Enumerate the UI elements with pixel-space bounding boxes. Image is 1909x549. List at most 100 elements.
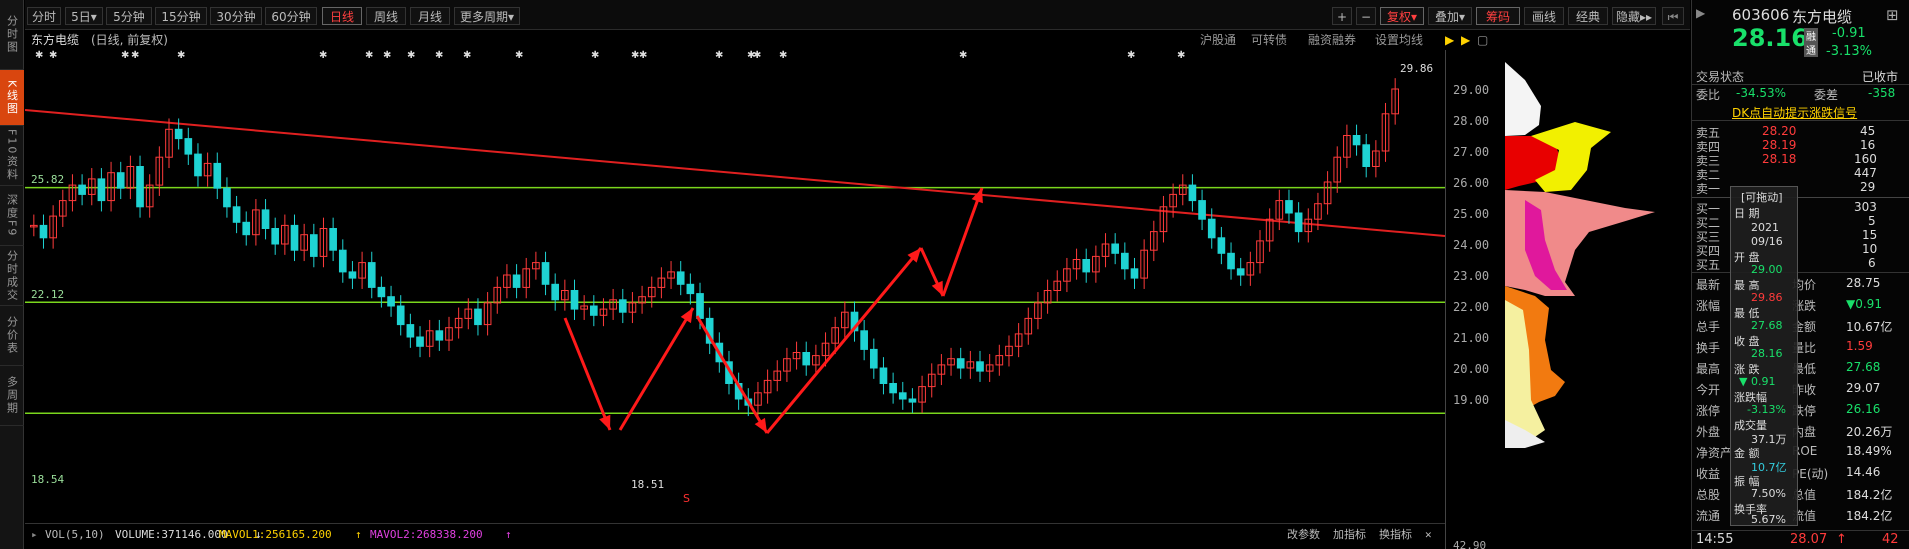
candle	[696, 293, 704, 319]
tab-intraday[interactable]: 分时图	[0, 0, 24, 70]
collapse-vol-icon[interactable]: ▸	[31, 524, 38, 546]
low-price-label: 18.51	[631, 478, 664, 491]
candle	[1285, 200, 1293, 214]
period-5day-button[interactable]: 5日▾	[65, 7, 103, 25]
candle	[1188, 184, 1197, 202]
arrow-play-icon[interactable]: ▶	[1445, 30, 1454, 50]
edit-params-button[interactable]: 改参数	[1287, 524, 1320, 546]
tab-multi-period[interactable]: 多周期	[0, 366, 24, 426]
candle-info-popup[interactable]: [可拖动] 日 期 2021 09/16 开 盘 29.00 最 高 29.86…	[1730, 186, 1798, 526]
candle	[589, 305, 598, 316]
event-marker[interactable]: ✱	[639, 50, 647, 61]
popup-date: 09/16	[1751, 235, 1783, 248]
classic-button[interactable]: 经典	[1568, 7, 1608, 25]
event-marker[interactable]: ✱	[407, 50, 415, 61]
stat-label: 流通	[1696, 509, 1721, 523]
period-daily-button[interactable]: 日线	[322, 7, 362, 25]
event-marker[interactable]: ✱	[515, 50, 523, 61]
event-marker[interactable]: ✱	[365, 50, 373, 61]
weicha-value: -358	[1868, 86, 1896, 100]
candle	[396, 305, 405, 326]
event-marker[interactable]: ✱	[715, 50, 723, 61]
event-marker[interactable]: ✱	[35, 50, 43, 61]
tab-depth[interactable]: 深度F9	[0, 186, 24, 246]
candle	[223, 187, 231, 208]
convertible-bond-link[interactable]: 可转债	[1251, 30, 1287, 50]
hk-connect-link[interactable]: 沪股通	[1200, 30, 1236, 50]
period-intraday-button[interactable]: 分时	[27, 7, 61, 25]
lock-icon[interactable]: ▢	[1477, 30, 1488, 50]
set-ma-link[interactable]: 设置均线	[1375, 30, 1423, 50]
period-15min-button[interactable]: 15分钟	[155, 7, 207, 25]
close-icon[interactable]: ✕	[1425, 524, 1432, 546]
stat-value: 28.75	[1846, 276, 1881, 290]
price-change: -0.91	[1832, 26, 1866, 41]
candle	[686, 283, 695, 295]
period-5min-button[interactable]: 5分钟	[106, 7, 152, 25]
tick-vol: 42	[1882, 532, 1899, 547]
collapse-icon[interactable]: ⏮	[1662, 7, 1684, 25]
event-marker[interactable]: ✱	[1177, 50, 1185, 61]
kline-chart[interactable]: ✱ ✱ ✱ ✱ ✱ ✱ ✱ ✱ ✱ ✱ ✱ ✱ ✱ ✱ ✱ ✱ ✱✱ ✱ ✱ ✱ ✱ 29.86 18.51 S 25.…	[25, 50, 1690, 520]
hline-label-low: 18.54	[31, 473, 64, 486]
candle	[908, 398, 917, 403]
event-marker[interactable]: ✱	[779, 50, 787, 61]
tab-f10[interactable]: F10资料	[0, 126, 24, 186]
chips-button[interactable]: 筹码	[1476, 7, 1520, 25]
more-periods-button[interactable]: 更多周期▾	[454, 7, 520, 25]
event-marker[interactable]: ✱	[121, 50, 129, 61]
event-marker[interactable]: ✱	[959, 50, 967, 61]
candle	[676, 271, 685, 285]
tab-tick-trades[interactable]: 分时成交	[0, 246, 24, 306]
candle	[174, 128, 183, 140]
trade-status-value: 已收市	[1862, 70, 1899, 84]
hide-button[interactable]: 隐藏▸▸	[1612, 7, 1656, 25]
sell4-vol: 16	[1860, 138, 1876, 152]
weicha-label: 委差	[1814, 88, 1839, 102]
event-marker[interactable]: ✱	[463, 50, 471, 61]
mavol2-value: MAVOL2:268338.200	[370, 528, 483, 541]
margin-trading-link[interactable]: 融资融券	[1308, 30, 1356, 50]
popup-title[interactable]: [可拖动]	[1741, 189, 1783, 205]
sell5-vol: 45	[1860, 124, 1876, 138]
tab-price-table[interactable]: 分价表	[0, 306, 24, 366]
event-marker[interactable]: ✱	[319, 50, 327, 61]
event-marker[interactable]: ✱	[753, 50, 761, 61]
zoom-out-button[interactable]: −	[1356, 7, 1376, 25]
event-marker[interactable]: ✱	[591, 50, 599, 61]
candle	[1352, 135, 1361, 146]
event-marker[interactable]: ✱	[49, 50, 57, 61]
stat-label: 今开	[1696, 383, 1721, 397]
expand-icon[interactable]: ▶	[1696, 6, 1705, 20]
period-weekly-button[interactable]: 周线	[366, 7, 406, 25]
period-60min-button[interactable]: 60分钟	[265, 7, 317, 25]
trend-arrow	[765, 247, 923, 434]
event-marker[interactable]: ✱	[177, 50, 185, 61]
arrow-play-icon-2[interactable]: ▶	[1461, 30, 1470, 50]
candle	[261, 209, 270, 229]
y-tick: 29.00	[1453, 83, 1490, 97]
draw-line-button[interactable]: 画线	[1524, 7, 1564, 25]
overlay-button[interactable]: 叠加▾	[1428, 7, 1472, 25]
event-marker[interactable]: ✱	[383, 50, 391, 61]
add-indicator-button[interactable]: 加指标	[1333, 524, 1366, 546]
y-tick: 27.00	[1453, 145, 1490, 159]
candle	[435, 330, 444, 341]
popup-date-label: 日 期	[1734, 207, 1760, 220]
period-30min-button[interactable]: 30分钟	[210, 7, 262, 25]
adjust-button[interactable]: 复权▾	[1380, 7, 1424, 25]
switch-indicator-button[interactable]: 换指标	[1379, 524, 1412, 546]
sell2-vol: 447	[1854, 166, 1877, 180]
candle	[1082, 259, 1091, 273]
event-marker[interactable]: ✱	[435, 50, 443, 61]
period-monthly-button[interactable]: 月线	[410, 7, 450, 25]
dk-signal-link[interactable]: DK点自动提示涨跌信号	[1732, 104, 1857, 121]
zoom-in-button[interactable]: +	[1332, 7, 1352, 25]
tab-kline[interactable]: K线图	[0, 70, 24, 126]
candle	[1236, 268, 1245, 276]
close-panel-icon[interactable]: ⊞	[1886, 6, 1899, 24]
event-marker[interactable]: ✱	[131, 50, 139, 61]
candle	[1198, 200, 1206, 220]
event-marker[interactable]: ✱	[1127, 50, 1135, 61]
sell1-label: 卖一	[1696, 182, 1721, 196]
